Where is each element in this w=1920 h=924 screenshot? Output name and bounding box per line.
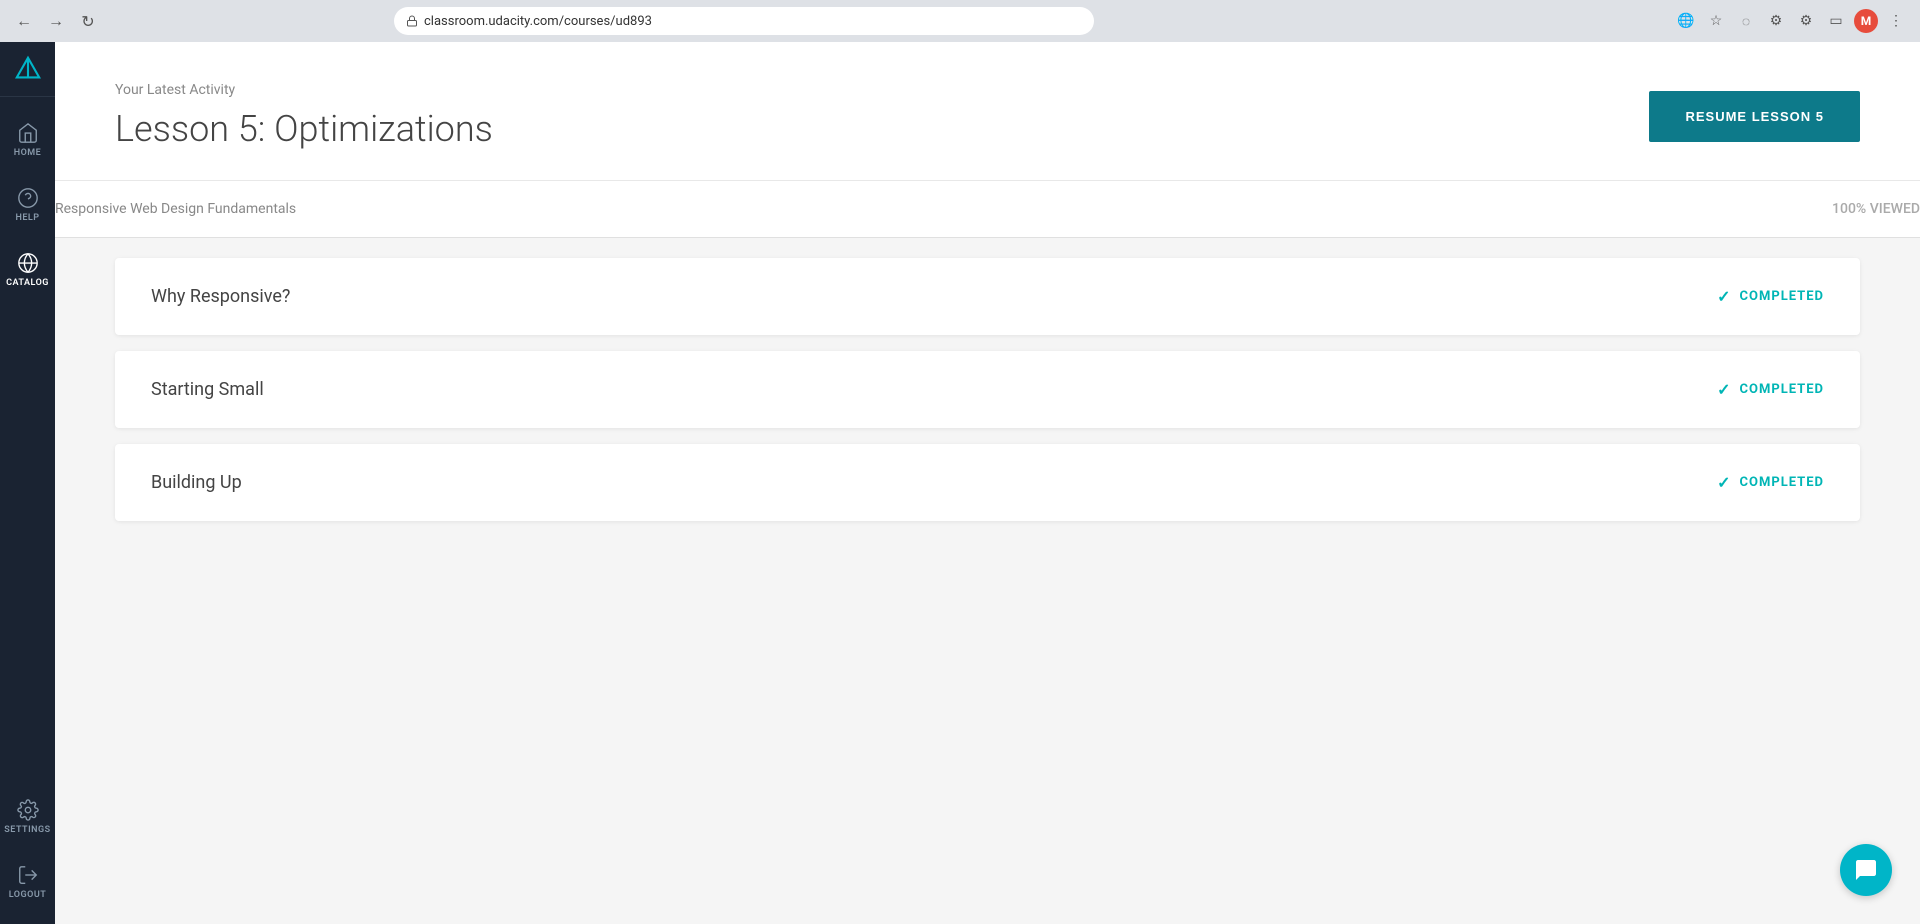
sidebar-item-help-label: HELP xyxy=(15,213,39,223)
sidebar-item-home-label: HOME xyxy=(14,148,42,158)
sidebar-item-settings-label: SETTINGS xyxy=(4,825,50,835)
sidebar-nav: HOME HELP xyxy=(0,97,55,784)
menu-icon[interactable]: ⋮ xyxy=(1884,9,1908,33)
check-icon-1: ✓ xyxy=(1717,287,1731,306)
activity-header: Your Latest Activity Lesson 5: Optimizat… xyxy=(55,42,1920,181)
extension3-icon[interactable]: ⚙ xyxy=(1794,9,1818,33)
extension2-icon[interactable]: ⚙ xyxy=(1764,9,1788,33)
lesson-status-1: ✓ COMPLETED xyxy=(1717,287,1824,306)
sidebar: HOME HELP xyxy=(0,42,55,924)
lessons-list: Why Responsive? ✓ COMPLETED Starting Sma… xyxy=(55,238,1920,541)
sidebar-item-logout-label: LOGOUT xyxy=(9,890,47,900)
extensions-icon[interactable]: ▭ xyxy=(1824,9,1848,33)
logout-icon xyxy=(17,864,39,886)
address-bar[interactable]: classroom.udacity.com/courses/ud893 xyxy=(394,7,1094,35)
course-name: Responsive Web Design Fundamentals xyxy=(55,201,296,217)
course-header: Responsive Web Design Fundamentals 100% … xyxy=(55,181,1920,238)
sidebar-item-logout[interactable]: LOGOUT xyxy=(0,849,55,914)
lesson-status-2: ✓ COMPLETED xyxy=(1717,380,1824,399)
catalog-icon xyxy=(17,252,39,274)
help-icon xyxy=(17,187,39,209)
sidebar-logo[interactable] xyxy=(0,42,55,97)
lesson-title-2: Starting Small xyxy=(151,379,264,400)
lesson-card-2[interactable]: Starting Small ✓ COMPLETED xyxy=(115,351,1860,428)
activity-title: Lesson 5: Optimizations xyxy=(115,108,493,150)
sidebar-item-settings[interactable]: SETTINGS xyxy=(0,784,55,849)
lesson-status-label-3: COMPLETED xyxy=(1739,475,1824,490)
check-icon-2: ✓ xyxy=(1717,380,1731,399)
bookmark-icon[interactable]: ☆ xyxy=(1704,9,1728,33)
user-avatar[interactable]: M xyxy=(1854,9,1878,33)
chat-bubble[interactable] xyxy=(1840,844,1892,896)
lesson-title-3: Building Up xyxy=(151,472,242,493)
settings-icon xyxy=(17,799,39,821)
activity-header-left: Your Latest Activity Lesson 5: Optimizat… xyxy=(115,82,493,150)
browser-chrome: ← → ↻ classroom.udacity.com/courses/ud89… xyxy=(0,0,1920,42)
translate-icon[interactable]: 🌐 xyxy=(1674,9,1698,33)
sidebar-item-home[interactable]: HOME xyxy=(0,107,55,172)
sidebar-item-catalog[interactable]: CATALOG xyxy=(0,237,55,302)
activity-label: Your Latest Activity xyxy=(115,82,493,98)
lesson-status-label-1: COMPLETED xyxy=(1739,289,1824,304)
sidebar-item-catalog-label: CATALOG xyxy=(6,278,49,288)
check-icon-3: ✓ xyxy=(1717,473,1731,492)
extension1-icon[interactable]: ◌ xyxy=(1734,9,1758,33)
home-icon xyxy=(17,122,39,144)
app-wrapper: HOME HELP xyxy=(0,0,1920,924)
forward-button[interactable]: → xyxy=(44,9,68,33)
lesson-status-label-2: COMPLETED xyxy=(1739,382,1824,397)
lesson-title-1: Why Responsive? xyxy=(151,286,290,307)
resume-lesson-button[interactable]: RESUME LESSON 5 xyxy=(1649,91,1860,142)
lesson-card-3[interactable]: Building Up ✓ COMPLETED xyxy=(115,444,1860,521)
back-button[interactable]: ← xyxy=(12,9,36,33)
lesson-status-3: ✓ COMPLETED xyxy=(1717,473,1824,492)
lesson-card-1[interactable]: Why Responsive? ✓ COMPLETED xyxy=(115,258,1860,335)
sidebar-bottom: SETTINGS LOGOUT xyxy=(0,784,55,924)
url-text: classroom.udacity.com/courses/ud893 xyxy=(424,14,652,29)
refresh-button[interactable]: ↻ xyxy=(76,9,100,33)
sidebar-item-help[interactable]: HELP xyxy=(0,172,55,237)
browser-action-bar: 🌐 ☆ ◌ ⚙ ⚙ ▭ M ⋮ xyxy=(1674,9,1908,33)
viewed-percent: 100% VIEWED xyxy=(1832,201,1920,217)
main-content: Your Latest Activity Lesson 5: Optimizat… xyxy=(55,42,1920,924)
